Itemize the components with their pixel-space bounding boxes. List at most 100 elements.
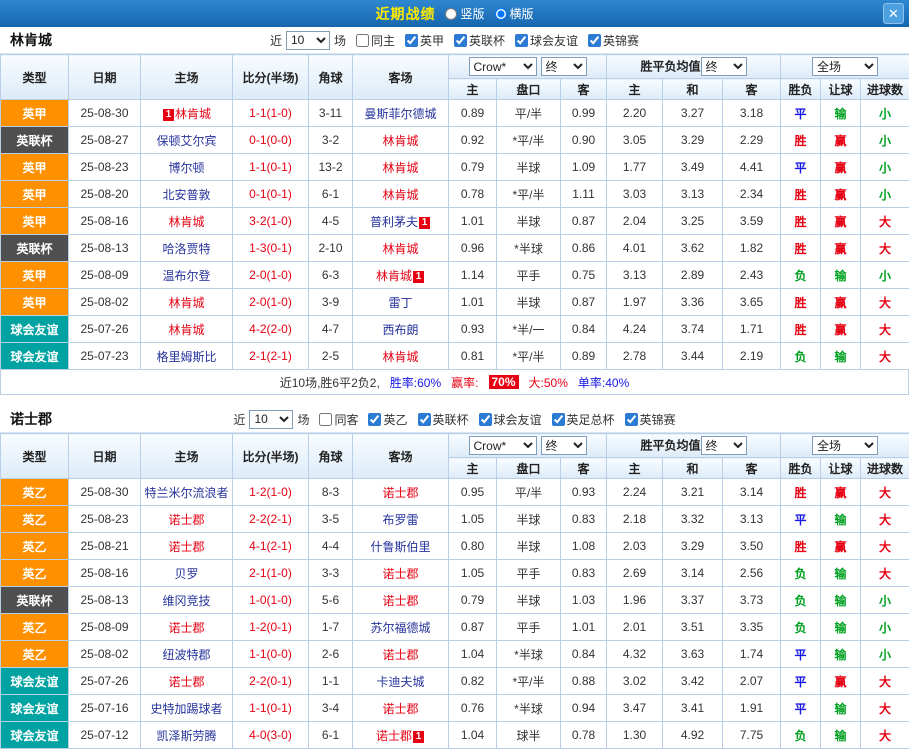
team-link[interactable]: 诺士郡 bbox=[382, 594, 418, 608]
radio-horizontal-input[interactable] bbox=[495, 8, 507, 20]
team-link[interactable]: 布罗雷 bbox=[382, 513, 418, 527]
ah-line: 平/半 bbox=[497, 100, 561, 127]
team-link[interactable]: 林肯城 bbox=[382, 161, 418, 175]
team-link[interactable]: 诺士郡 bbox=[382, 567, 418, 581]
filter-checkbox-英锦赛[interactable]: 英锦赛 bbox=[588, 32, 639, 49]
filter-checkbox-英锦赛[interactable]: 英锦赛 bbox=[625, 411, 676, 428]
team-link[interactable]: 曼斯菲尔德城 bbox=[364, 107, 436, 121]
fullmatch-select[interactable]: 全场 bbox=[812, 57, 878, 76]
checkbox-英联杯[interactable] bbox=[454, 34, 467, 47]
team-link[interactable]: 诺士郡 bbox=[168, 540, 204, 554]
team-link[interactable]: 博尔顿 bbox=[168, 161, 204, 175]
bookmaker-select[interactable]: Crow* bbox=[469, 436, 537, 455]
filter-checkbox-球会友谊[interactable]: 球会友谊 bbox=[515, 32, 578, 49]
goals-result-cell: 大 bbox=[861, 560, 909, 587]
table-row: 英乙25-08-02纽波特郡1-1(0-0)2-6诺士郡1.04*半球0.844… bbox=[1, 641, 909, 668]
eu-draw-odds: 3.51 bbox=[663, 614, 723, 641]
close-icon[interactable]: ✕ bbox=[883, 3, 904, 24]
team-link[interactable]: 格里姆斯比 bbox=[156, 350, 216, 364]
team-link[interactable]: 诺士郡 bbox=[168, 675, 204, 689]
filter-checkbox-英足总杯[interactable]: 英足总杯 bbox=[552, 411, 615, 428]
team-link[interactable]: 诺士郡 bbox=[168, 621, 204, 635]
team-link[interactable]: 凯泽斯劳腾 bbox=[156, 729, 216, 743]
team-link[interactable]: 哈洛贾特 bbox=[162, 242, 210, 256]
team-link[interactable]: 西布朗 bbox=[382, 323, 418, 337]
table-row: 球会友谊25-07-26诺士郡2-2(0-1)1-1卡迪夫城0.82*平/半0.… bbox=[1, 668, 909, 695]
radio-vertical-input[interactable] bbox=[445, 8, 457, 20]
checkbox-球会友谊[interactable] bbox=[479, 413, 492, 426]
team-link[interactable]: 什鲁斯伯里 bbox=[370, 540, 430, 554]
team-link[interactable]: 林肯城 bbox=[382, 188, 418, 202]
recent-count-select[interactable]: 10 bbox=[249, 410, 293, 429]
team-link[interactable]: 保顿艾尔宾 bbox=[156, 134, 216, 148]
handicap-result-cell: 输 bbox=[821, 587, 861, 614]
team-link[interactable]: 诺士郡 bbox=[376, 729, 412, 743]
team-link[interactable]: 温布尔登 bbox=[162, 269, 210, 283]
eu-away-odds: 3.73 bbox=[723, 587, 781, 614]
result-cell: 负 bbox=[781, 560, 821, 587]
team-link[interactable]: 诺士郡 bbox=[382, 702, 418, 716]
filter-checkbox-同客[interactable]: 同客 bbox=[319, 411, 358, 428]
checkbox-英锦赛[interactable] bbox=[625, 413, 638, 426]
team-link[interactable]: 苏尔福德城 bbox=[370, 621, 430, 635]
team-link[interactable]: 诺士郡 bbox=[382, 648, 418, 662]
filter-checkbox-英联杯[interactable]: 英联杯 bbox=[418, 411, 469, 428]
handicap-result-cell: 赢 bbox=[821, 235, 861, 262]
layout-radio-vertical[interactable]: 竖版 bbox=[445, 5, 484, 22]
eu-home-odds: 2.20 bbox=[607, 100, 663, 127]
team-link[interactable]: 诺士郡 bbox=[168, 513, 204, 527]
date-cell: 25-08-23 bbox=[69, 506, 141, 533]
recent-count-select[interactable]: 10 bbox=[286, 31, 330, 50]
team-link[interactable]: 贝罗 bbox=[174, 567, 198, 581]
team-link[interactable]: 北安普敦 bbox=[162, 188, 210, 202]
filter-checkbox-英甲[interactable]: 英甲 bbox=[405, 32, 444, 49]
team-link[interactable]: 林肯城 bbox=[382, 134, 418, 148]
filter-checkbox-英联杯[interactable]: 英联杯 bbox=[454, 32, 505, 49]
team-link[interactable]: 史特加踢球者 bbox=[150, 702, 222, 716]
filter-checkbox-英乙[interactable]: 英乙 bbox=[368, 411, 407, 428]
team-link[interactable]: 林肯城 bbox=[175, 107, 211, 121]
checkbox-英足总杯[interactable] bbox=[552, 413, 565, 426]
sub-header-eu-away: 客 bbox=[723, 458, 781, 479]
team-link[interactable]: 特兰米尔流浪者 bbox=[144, 486, 228, 500]
team-link[interactable]: 诺士郡 bbox=[382, 486, 418, 500]
team-link[interactable]: 卡迪夫城 bbox=[376, 675, 424, 689]
team-link[interactable]: 林肯城 bbox=[382, 350, 418, 364]
ah-line: 平手 bbox=[497, 262, 561, 289]
checkbox-label: 英乙 bbox=[383, 411, 407, 428]
result-cell: 负 bbox=[781, 587, 821, 614]
team-link[interactable]: 普利茅夫 bbox=[370, 215, 418, 229]
checkbox-球会友谊[interactable] bbox=[515, 34, 528, 47]
team-link[interactable]: 雷丁 bbox=[388, 296, 412, 310]
checkbox-英乙[interactable] bbox=[368, 413, 381, 426]
team-link[interactable]: 维冈竞技 bbox=[162, 594, 210, 608]
league-cell: 英甲 bbox=[1, 154, 69, 181]
team-link[interactable]: 纽波特郡 bbox=[162, 648, 210, 662]
layout-radio-horizontal[interactable]: 横版 bbox=[495, 5, 534, 22]
filter-checkbox-同主[interactable]: 同主 bbox=[356, 32, 395, 49]
eu-home-odds: 3.02 bbox=[607, 668, 663, 695]
table-row: 英联杯25-08-13维冈竞技1-0(1-0)5-6诺士郡0.79半球1.031… bbox=[1, 587, 909, 614]
team-link[interactable]: 林肯城 bbox=[376, 269, 412, 283]
goals-result-cell: 小 bbox=[861, 127, 909, 154]
team-link[interactable]: 林肯城 bbox=[168, 296, 204, 310]
eu-away-odds: 1.71 bbox=[723, 316, 781, 343]
team-link[interactable]: 林肯城 bbox=[382, 242, 418, 256]
final-odds-select[interactable]: 终 bbox=[541, 57, 587, 76]
checkbox-同客[interactable] bbox=[319, 413, 332, 426]
checkbox-同主[interactable] bbox=[356, 34, 369, 47]
section-header: 林肯城近10场同主英甲英联杯球会友谊英锦赛 bbox=[0, 27, 909, 54]
team-link[interactable]: 林肯城 bbox=[168, 323, 204, 337]
ah-line: 半球 bbox=[497, 154, 561, 181]
fullmatch-select[interactable]: 全场 bbox=[812, 436, 878, 455]
checkbox-英联杯[interactable] bbox=[418, 413, 431, 426]
bookmaker-select[interactable]: Crow* bbox=[469, 57, 537, 76]
final-odds-select-2[interactable]: 终 bbox=[701, 57, 747, 76]
checkbox-英甲[interactable] bbox=[405, 34, 418, 47]
checkbox-英锦赛[interactable] bbox=[588, 34, 601, 47]
final-odds-select[interactable]: 终 bbox=[541, 436, 587, 455]
filter-checkbox-球会友谊[interactable]: 球会友谊 bbox=[479, 411, 542, 428]
team-link[interactable]: 林肯城 bbox=[168, 215, 204, 229]
ah-home-odds: 1.04 bbox=[449, 722, 497, 749]
final-odds-select-2[interactable]: 终 bbox=[701, 436, 747, 455]
